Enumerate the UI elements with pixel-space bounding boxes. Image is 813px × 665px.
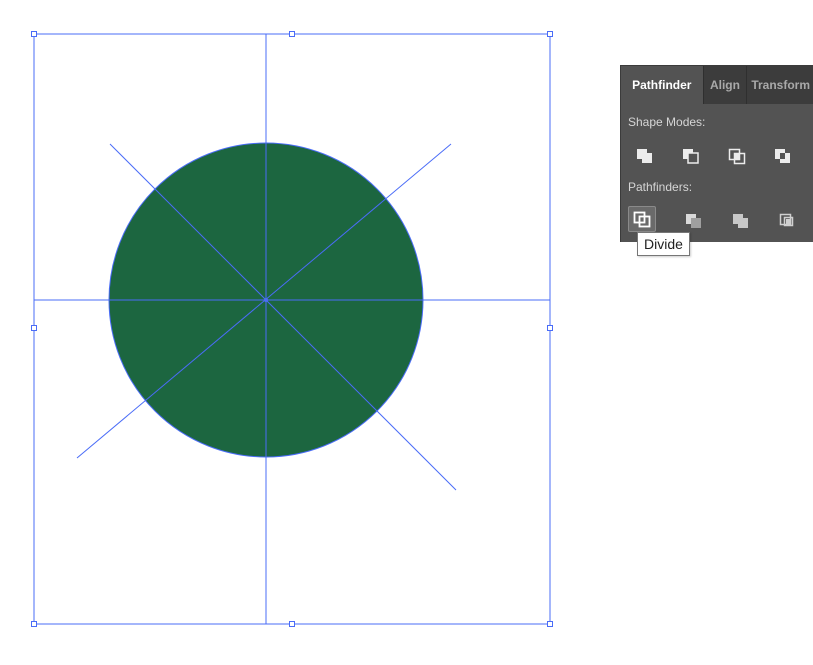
handle-bottom-right[interactable]: [547, 621, 553, 627]
pathfinder-panel: Pathfinder Align Transform Shape Modes: …: [620, 65, 813, 242]
exclude-button[interactable]: [769, 143, 797, 169]
handle-bottom-center[interactable]: [289, 621, 295, 627]
handle-top-center[interactable]: [289, 31, 295, 37]
crop-icon: [779, 213, 794, 227]
merge-button[interactable]: [727, 208, 755, 234]
trim-button[interactable]: [680, 208, 708, 234]
tab-align[interactable]: Align: [702, 66, 747, 104]
unite-icon: [637, 149, 652, 163]
crop-button[interactable]: [774, 208, 802, 234]
divide-button[interactable]: [628, 206, 656, 232]
shape-modes-label: Shape Modes:: [628, 115, 706, 129]
handle-bottom-left[interactable]: [31, 621, 37, 627]
tab-transform[interactable]: Transform: [746, 66, 813, 104]
exclude-icon: [775, 149, 790, 163]
handle-top-left[interactable]: [31, 31, 37, 37]
tab-pathfinder[interactable]: Pathfinder: [621, 66, 703, 104]
merge-icon: [733, 214, 748, 228]
intersect-button[interactable]: [723, 143, 751, 169]
handle-middle-right[interactable]: [547, 325, 553, 331]
center-point: [264, 298, 268, 302]
minus-front-button[interactable]: [677, 143, 705, 169]
minus-front-icon: [683, 149, 699, 164]
divide-tooltip: Divide: [637, 232, 690, 256]
pathfinders-label: Pathfinders:: [628, 180, 693, 194]
intersect-icon: [728, 148, 746, 165]
divide-icon: [633, 211, 651, 228]
trim-icon: [686, 214, 701, 228]
handle-top-right[interactable]: [547, 31, 553, 37]
handle-middle-left[interactable]: [31, 325, 37, 331]
panel-tab-bar: Pathfinder Align Transform: [621, 66, 813, 104]
unite-button[interactable]: [631, 143, 659, 169]
